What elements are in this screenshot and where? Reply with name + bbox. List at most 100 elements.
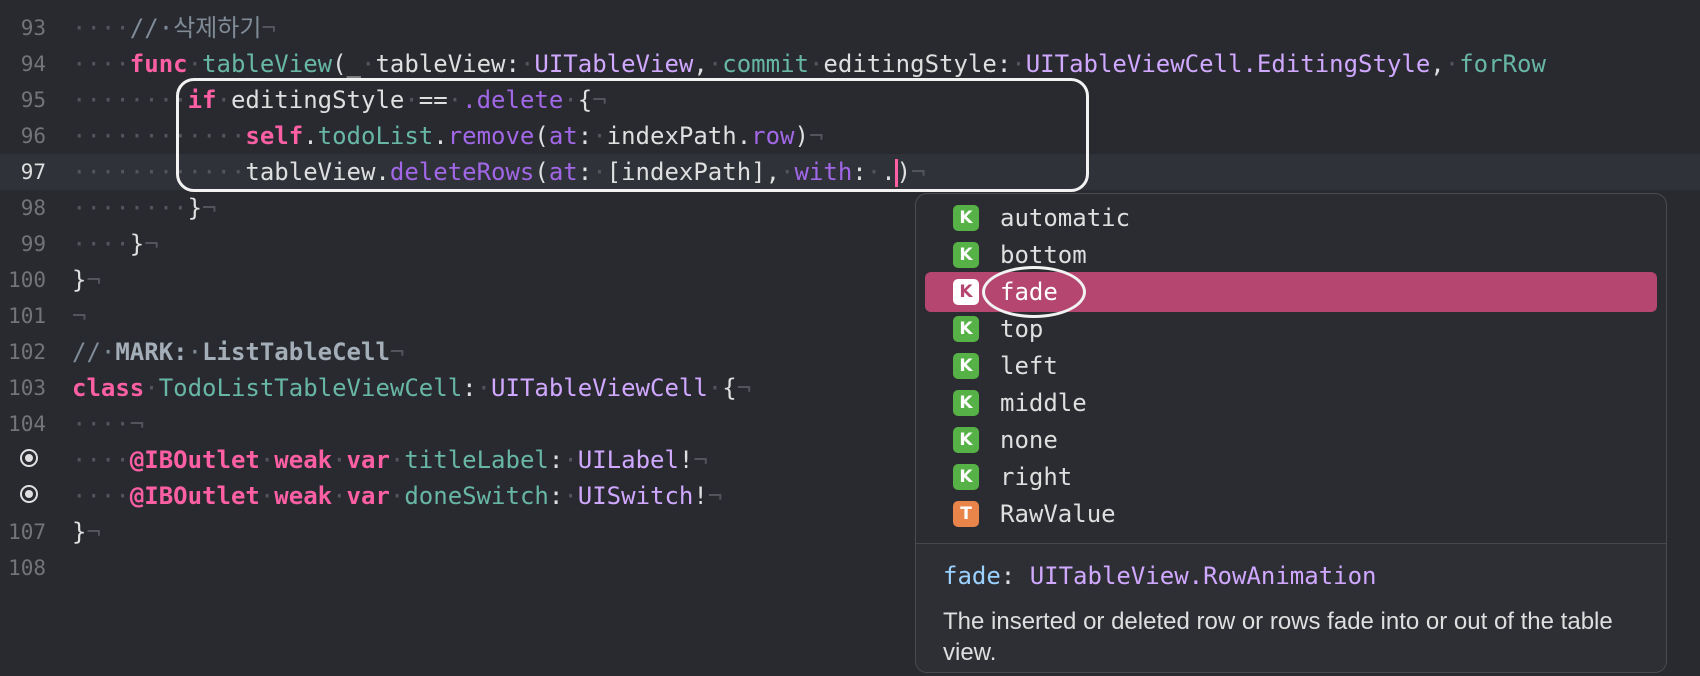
code-token: · [447, 86, 463, 114]
code-token: ) [896, 158, 912, 186]
code-token: //·삭제하기 [129, 14, 262, 42]
code-token: UISwitch [577, 482, 694, 510]
code-line[interactable]: 96 ············self.todoList.remove(at:·i… [0, 118, 1700, 154]
enum-case-icon: K [953, 242, 979, 268]
doc-colon: : [1000, 562, 1030, 590]
code-token: _ [346, 50, 361, 78]
completion-list[interactable]: Kautomatic Kbottom Kfade Ktop Kleft Kmiddle Kn… [916, 198, 1666, 543]
code-token: · [476, 374, 492, 402]
code-token: ¬ [707, 482, 723, 510]
enum-case-icon: K [953, 464, 979, 490]
code-token: { [577, 86, 593, 114]
code-token: weak [274, 482, 333, 510]
code-token: ···· [72, 446, 130, 474]
code-token: ¬ [808, 122, 824, 150]
line-code: ····@IBOutlet·weak·var·doneSwitch:·UISwi… [72, 478, 722, 514]
enum-case-icon: K [953, 205, 979, 231]
code-token: , [1430, 50, 1445, 78]
code-token: remove [447, 122, 535, 150]
code-line[interactable]: 97 ············tableView.deleteRows(at:·[… [0, 154, 1700, 190]
code-token: ···· [72, 50, 130, 78]
code-token: ¬ [736, 374, 752, 402]
enum-case-icon: K [953, 316, 979, 342]
code-token: UITableView [534, 50, 694, 78]
code-token: todoList [317, 122, 434, 150]
line-number: 93 [20, 16, 46, 40]
line-number: 107 [8, 520, 46, 544]
code-token: } [129, 230, 145, 258]
completion-popup[interactable]: Kautomatic Kbottom Kfade Ktop Kleft Kmiddle Kn… [915, 193, 1667, 673]
completion-item-rawvalue[interactable]: T RawValue [925, 494, 1657, 534]
code-token: ! [693, 482, 708, 510]
line-number: 102 [8, 340, 46, 364]
code-line[interactable]: 93 ····//·삭제하기¬ [0, 10, 1700, 46]
code-token: row [751, 122, 795, 150]
code-token: ¬ [86, 266, 101, 294]
line-code: ¬ [72, 298, 86, 334]
completion-item-left[interactable]: Kleft [925, 346, 1657, 386]
code-token: ( [534, 122, 549, 150]
completion-item-automatic[interactable]: Kautomatic [925, 198, 1657, 238]
type-alias-icon: T [953, 501, 979, 527]
doc-symbol-type: UITableView.RowAnimation [1029, 562, 1377, 590]
line-number: 100 [8, 268, 46, 292]
code-token: · [707, 374, 723, 402]
completion-item-middle[interactable]: Kmiddle [925, 383, 1657, 423]
outlet-connection-icon[interactable] [20, 449, 38, 467]
code-token: } [72, 518, 87, 546]
line-number: 99 [20, 232, 46, 256]
code-token: tableView: [375, 50, 520, 78]
code-token: · [1011, 50, 1026, 78]
code-token: TodoListTableViewCell [158, 374, 463, 402]
code-token: · [592, 158, 607, 186]
code-token: · [216, 86, 231, 114]
code-token: · [404, 86, 419, 114]
code-token: } [187, 194, 203, 222]
completion-item-label: top [1000, 315, 1044, 343]
code-token: class [72, 374, 145, 402]
line-number: 104 [8, 412, 46, 436]
code-token: UILabel [577, 446, 679, 474]
completion-item-top[interactable]: Ktop [925, 309, 1657, 349]
doc-description: The inserted or deleted row or rows fade… [943, 608, 1613, 666]
line-code: ····func·tableView(_·tableView:·UITableV… [72, 46, 1546, 82]
code-token: : [462, 374, 477, 402]
code-editor[interactable]: 93 ····//·삭제하기¬ 94 ····func·tableView(_·tab… [0, 0, 1700, 676]
code-token: · [259, 482, 275, 510]
code-token: · [808, 50, 824, 78]
code-token: //· [72, 338, 116, 366]
code-token: ¬ [693, 446, 708, 474]
code-token: · [563, 482, 578, 510]
code-token: : [548, 482, 564, 510]
code-token: . [303, 122, 318, 150]
code-token: ( [534, 158, 549, 186]
code-token: ( [332, 50, 347, 78]
line-code: ····//·삭제하기¬ [72, 10, 276, 46]
code-token: : [852, 158, 867, 186]
doc-signature: fade: UITableView.RowAnimation [943, 558, 1376, 594]
completion-doc-panel: fade: UITableView.RowAnimation The inser… [916, 544, 1666, 672]
code-token: tableView. [245, 158, 390, 186]
code-token: at [548, 122, 578, 150]
line-number: 94 [20, 52, 46, 76]
completion-item-none[interactable]: Knone [925, 420, 1657, 460]
code-token: · [389, 446, 405, 474]
code-token: . [881, 158, 896, 186]
code-token: tableView [202, 50, 333, 78]
code-token: [indexPath], [606, 158, 781, 186]
line-number: 98 [20, 196, 46, 220]
completion-item-label: middle [1000, 389, 1087, 417]
code-token: editingStyle: [823, 50, 1012, 78]
line-number: 103 [8, 376, 46, 400]
code-token: . [433, 122, 448, 150]
code-token: · [866, 158, 882, 186]
completion-item-fade[interactable]: Kfade [925, 266, 1657, 318]
code-token: · [592, 122, 607, 150]
completion-item-right[interactable]: Kright [925, 457, 1657, 497]
code-line[interactable]: 94 ····func·tableView(_·tableView:·UITabl… [0, 46, 1700, 82]
code-line[interactable]: 95 ········if·editingStyle·==·.delete·{¬ [0, 82, 1700, 118]
code-token: doneSwitch [404, 482, 549, 510]
code-token: : [548, 446, 564, 474]
code-token: ············ [72, 122, 246, 150]
outlet-connection-icon[interactable] [20, 485, 38, 503]
